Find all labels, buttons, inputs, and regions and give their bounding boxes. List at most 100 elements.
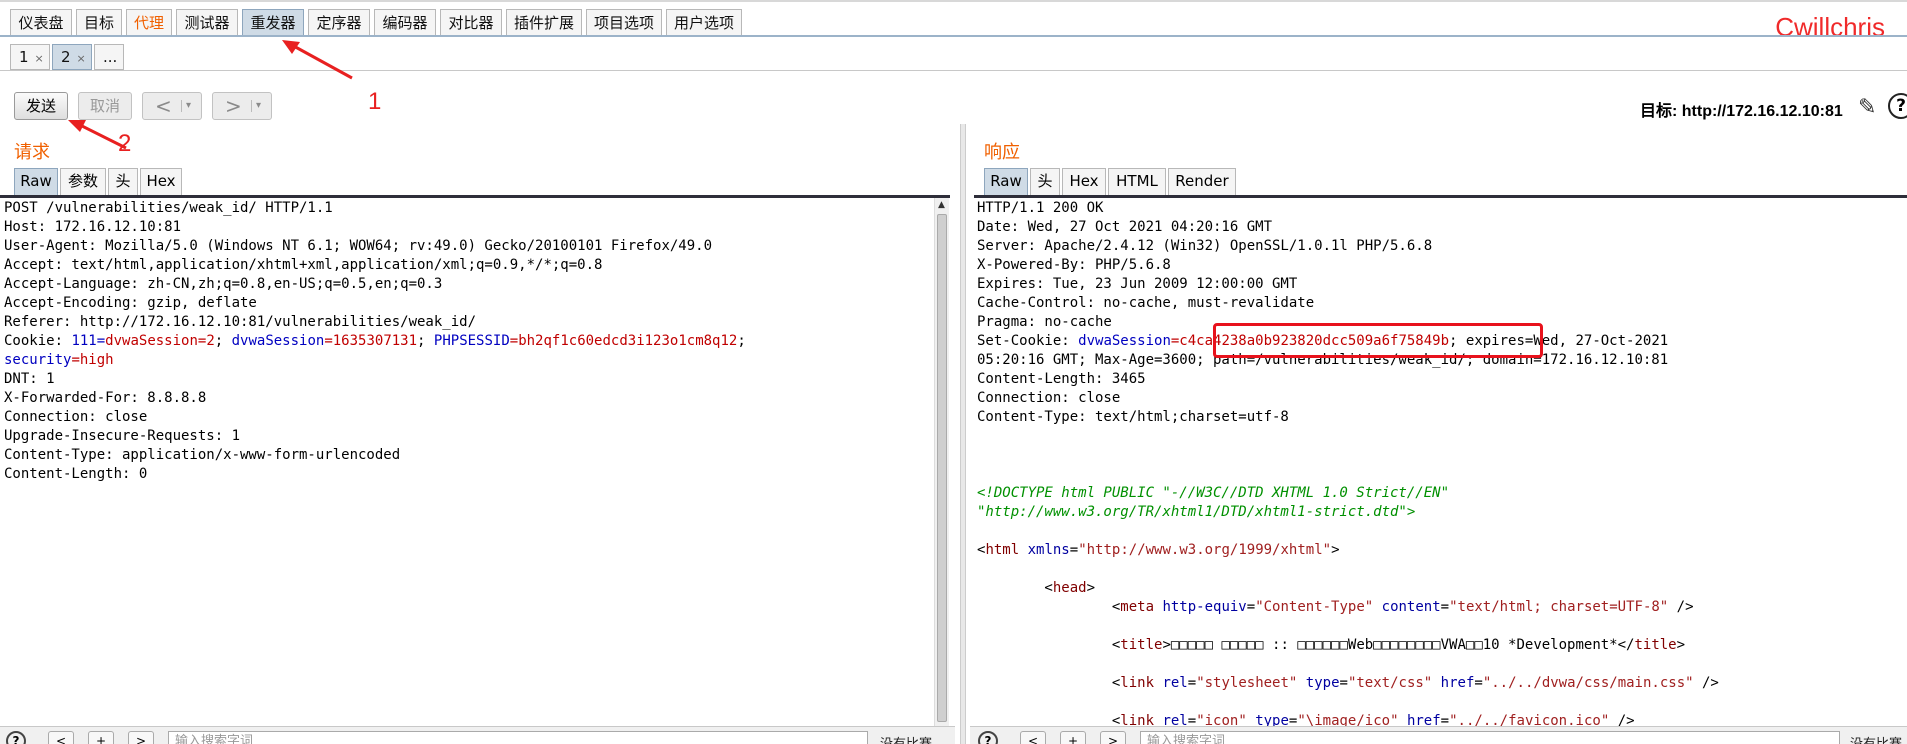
- request-tab-params[interactable]: 参数: [60, 168, 106, 195]
- response-tab-hex[interactable]: Hex: [1062, 168, 1106, 195]
- code-token: "../../dvwa/css/main.css": [1482, 675, 1694, 691]
- response-search-input[interactable]: 输入搜索字词: [1140, 731, 1840, 744]
- code-line: Content-Length: 3465: [977, 370, 1902, 389]
- tab-proxy[interactable]: 代理: [126, 9, 172, 37]
- code-token: title: [1120, 637, 1163, 653]
- tab-project-options[interactable]: 项目选项: [586, 9, 662, 37]
- search-options-button[interactable]: +: [88, 731, 114, 744]
- code-token: "../../favicon.ico": [1449, 713, 1610, 726]
- code-token: Server: Apache/2.4.12 (Win32) OpenSSL/1.…: [977, 238, 1433, 254]
- scroll-up-icon[interactable]: ▲: [938, 200, 945, 210]
- close-icon[interactable]: ×: [77, 52, 86, 65]
- code-token: Connection: close: [4, 409, 148, 425]
- tab-comparer[interactable]: 对比器: [440, 9, 502, 37]
- search-next-button[interactable]: >: [128, 731, 154, 744]
- request-editor[interactable]: POST /vulnerabilities/weak_id/ HTTP/1.1 H…: [4, 198, 932, 726]
- response-tab-html[interactable]: HTML: [1108, 168, 1166, 195]
- help-icon[interactable]: ?: [6, 731, 26, 744]
- tab-repeater[interactable]: 重发器: [242, 9, 304, 37]
- code-token: />: [1668, 599, 1694, 615]
- new-tab-button[interactable]: ...: [94, 44, 124, 70]
- repeater-tab-1[interactable]: 1 ×: [10, 44, 50, 70]
- request-tab-hex[interactable]: Hex: [140, 168, 182, 195]
- code-line: <link rel="icon" type="\image/ico" href=…: [977, 712, 1902, 726]
- request-scrollbar[interactable]: ▲: [934, 198, 949, 726]
- request-tab-raw[interactable]: Raw: [14, 168, 58, 195]
- close-icon[interactable]: ×: [35, 52, 44, 65]
- request-tab-headers[interactable]: 头: [108, 168, 138, 195]
- code-line: Host: 172.16.12.10:81: [4, 218, 932, 237]
- repeater-tab-2[interactable]: 2 ×: [52, 44, 92, 70]
- code-token: =: [1440, 713, 1450, 726]
- tab-decoder[interactable]: 编码器: [374, 9, 436, 37]
- code-token: dvwaSession=2: [105, 333, 215, 349]
- pane-splitter[interactable]: [960, 124, 966, 744]
- code-token: xmlns: [1027, 542, 1070, 558]
- tab-sequencer[interactable]: 定序器: [308, 9, 370, 37]
- send-button[interactable]: 发送: [14, 92, 68, 120]
- code-token: dvwaSession: [231, 333, 325, 349]
- tab-user-options[interactable]: 用户选项: [666, 9, 742, 37]
- search-prev-button[interactable]: <: [48, 731, 74, 744]
- repeater-tab-label: 1: [19, 48, 29, 66]
- code-token: security: [4, 352, 72, 368]
- code-token: rel: [1162, 713, 1188, 726]
- response-tab-headers[interactable]: 头: [1030, 168, 1060, 195]
- code-token: Content-Length: 0: [4, 466, 148, 482]
- history-forward-button[interactable]: > ▾: [212, 92, 272, 120]
- response-tab-render[interactable]: Render: [1168, 168, 1236, 195]
- code-line: Set-Cookie: dvwaSession=c4ca4238a0b92382…: [977, 332, 1902, 351]
- code-line: Content-Type: text/html;charset=utf-8: [977, 408, 1902, 427]
- code-line: <!DOCTYPE html PUBLIC "-//W3C//DTD XHTML…: [977, 484, 1902, 503]
- code-line: Expires: Tue, 23 Jun 2009 12:00:00 GMT: [977, 275, 1902, 294]
- code-token: HTTP/1.1 200 OK: [977, 200, 1104, 216]
- code-token: =: [96, 333, 106, 349]
- target-label[interactable]: 目标: http://172.16.12.10:81: [1640, 97, 1843, 121]
- edit-target-icon[interactable]: ✎: [1858, 95, 1876, 120]
- search-prev-button[interactable]: <: [1020, 731, 1046, 744]
- code-token: Content-Type: application/x-www-form-url…: [4, 447, 401, 463]
- request-heading: 请求: [14, 142, 50, 163]
- code-token: Content-Type: text/html;charset=utf-8: [977, 409, 1289, 425]
- help-icon[interactable]: ?: [978, 731, 998, 744]
- code-line: security=high: [4, 351, 932, 370]
- search-next-button[interactable]: >: [1100, 731, 1126, 744]
- code-token: ;: [214, 333, 232, 349]
- code-token: Expires: Tue, 23 Jun 2009 12:00:00 GMT: [977, 276, 1298, 292]
- code-token: "http://www.w3.org/TR/xhtml1/DTD/xhtml1-…: [977, 504, 1416, 520]
- repeater-tab-label: 2: [61, 48, 71, 66]
- response-tab-raw[interactable]: Raw: [984, 168, 1028, 195]
- tab-dashboard[interactable]: 仪表盘: [10, 9, 72, 37]
- code-token: "text/html; charset=UTF-8": [1449, 599, 1669, 615]
- tab-target[interactable]: 目标: [76, 9, 122, 37]
- tab-intruder[interactable]: 测试器: [176, 9, 238, 37]
- code-token: =: [1069, 542, 1079, 558]
- annotation-label-1: 1: [368, 88, 382, 115]
- code-token: =: [1187, 675, 1197, 691]
- code-token: "stylesheet": [1196, 675, 1298, 691]
- code-token: =high: [71, 352, 114, 368]
- code-line: DNT: 1: [4, 370, 932, 389]
- request-search-input[interactable]: 输入搜索字词: [168, 731, 868, 744]
- tab-extender[interactable]: 插件扩展: [506, 9, 582, 37]
- history-back-button[interactable]: < ▾: [142, 92, 202, 120]
- code-token: link: [1120, 675, 1155, 691]
- scrollbar-thumb[interactable]: [937, 214, 947, 722]
- code-token: 05:20:16 GMT; Max-Age=3600; path=/vulner…: [977, 352, 1669, 368]
- code-token: =c4ca4238a0b923820dcc509a6f75849b: [1170, 333, 1450, 349]
- response-editor[interactable]: HTTP/1.1 200 OK Date: Wed, 27 Oct 2021 04…: [977, 198, 1902, 726]
- code-token: >: [1086, 580, 1096, 596]
- help-icon[interactable]: ?: [1888, 93, 1907, 119]
- top-tab-underline: [0, 35, 1907, 37]
- code-token: DNT: 1: [4, 371, 55, 387]
- code-token: rel: [1162, 675, 1188, 691]
- cancel-button[interactable]: 取消: [78, 92, 132, 120]
- code-token: =: [1246, 599, 1256, 615]
- search-options-button[interactable]: +: [1060, 731, 1086, 744]
- code-line: 05:20:16 GMT; Max-Age=3600; path=/vulner…: [977, 351, 1902, 370]
- code-line: Content-Type: application/x-www-form-url…: [4, 446, 932, 465]
